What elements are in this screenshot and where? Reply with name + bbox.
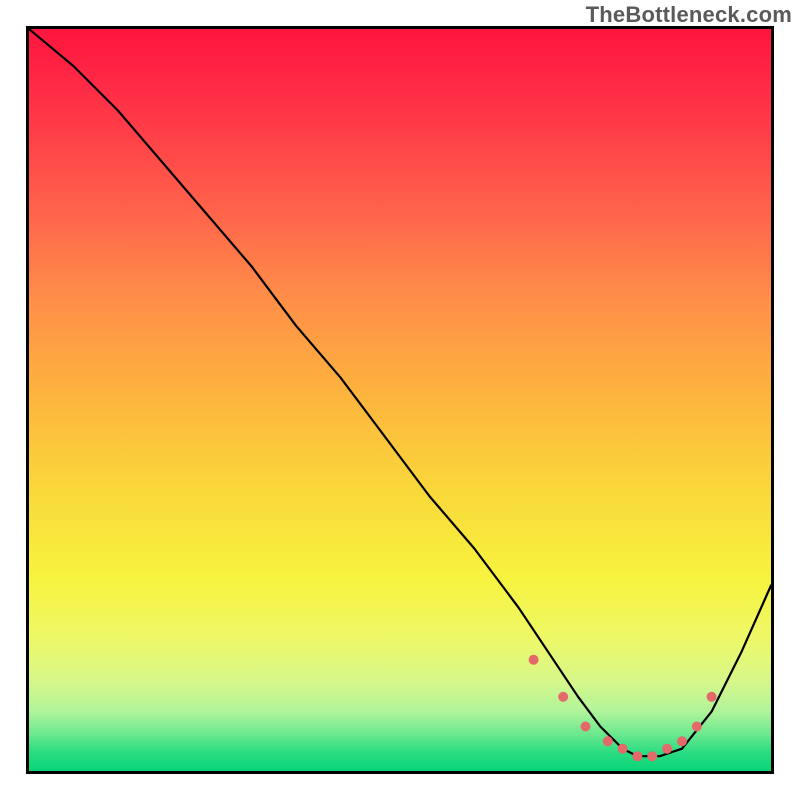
- optimal-range-dot: [647, 751, 657, 761]
- optimal-range-dot: [677, 736, 687, 746]
- optimal-range-dot: [581, 722, 591, 732]
- plot-area: [26, 26, 774, 774]
- bottleneck-chart: TheBottleneck.com: [0, 0, 800, 800]
- watermark-text: TheBottleneck.com: [586, 2, 792, 28]
- optimal-range-dot: [618, 744, 628, 754]
- bottleneck-curve: [29, 29, 771, 756]
- optimal-range-dot: [707, 692, 717, 702]
- optimal-range-dot: [603, 736, 613, 746]
- curve-overlay: [29, 29, 771, 771]
- optimal-range-dot: [529, 655, 539, 665]
- optimal-range-dot: [558, 692, 568, 702]
- optimal-range-dot: [662, 744, 672, 754]
- optimal-range-dot: [692, 722, 702, 732]
- optimal-range-dot: [632, 751, 642, 761]
